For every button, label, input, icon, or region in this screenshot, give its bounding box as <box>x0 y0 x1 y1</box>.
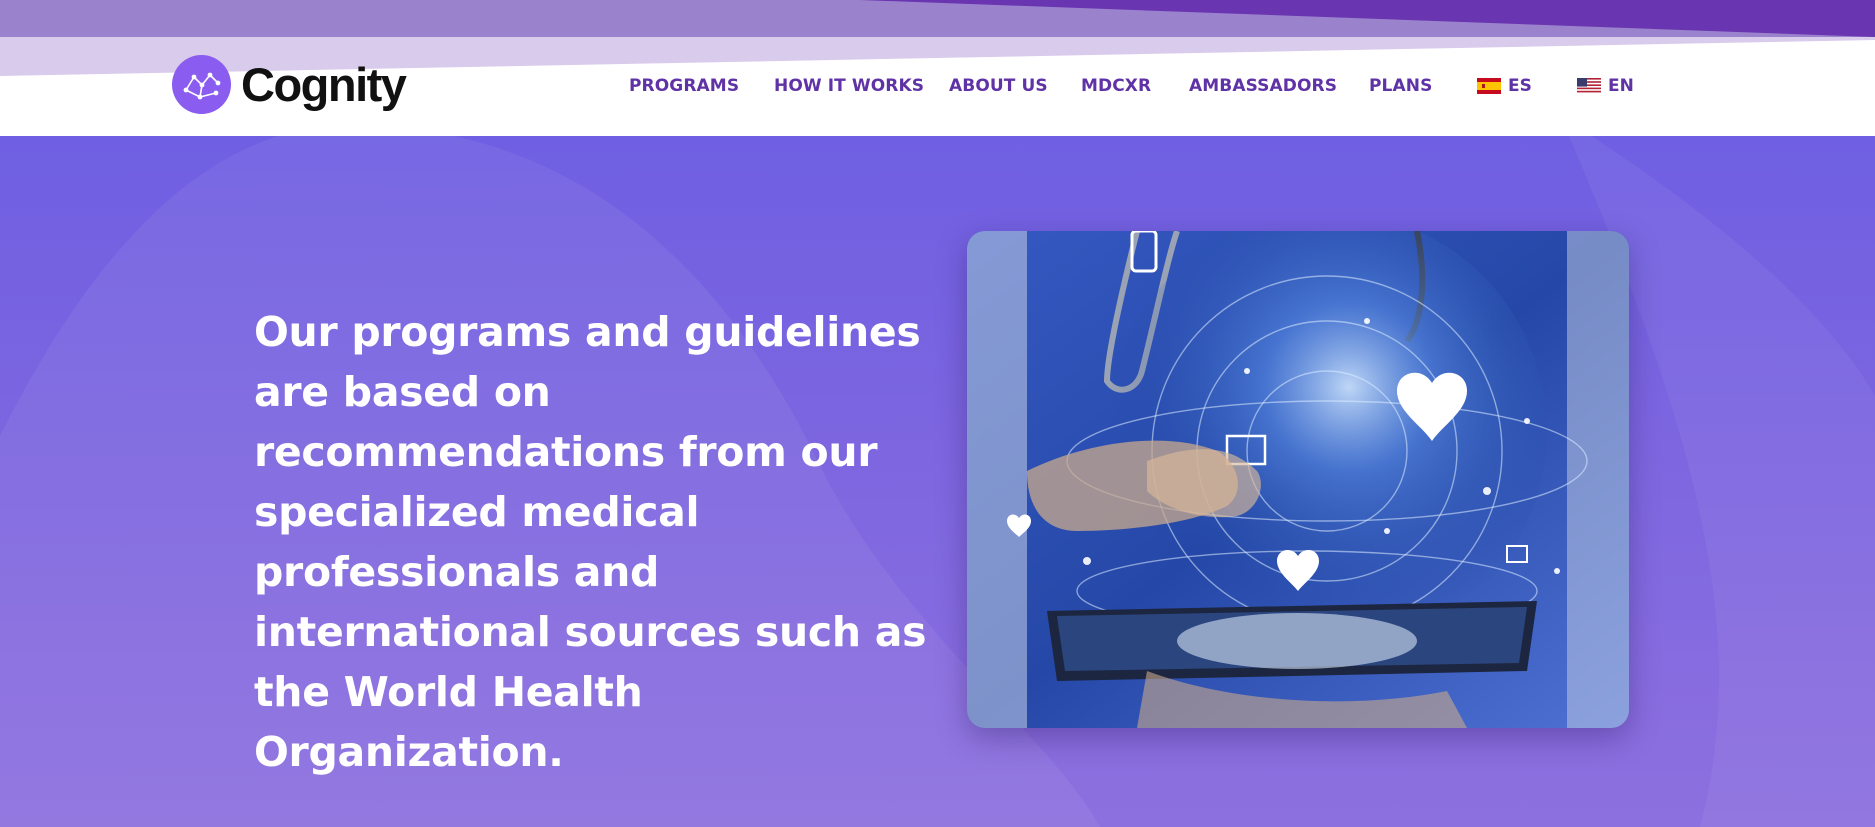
doctor-tablet-hologram-image <box>967 231 1629 728</box>
nav-plans[interactable]: PLANS <box>1369 76 1432 96</box>
nav-mdcxr[interactable]: MDCXR <box>1081 76 1151 96</box>
site-header: Cognity PROGRAMS HOW IT WORKS ABOUT US M… <box>0 0 1875 136</box>
nav-programs[interactable]: PROGRAMS <box>629 76 739 96</box>
language-es-label: ES <box>1508 76 1532 96</box>
nav-how-it-works[interactable]: HOW IT WORKS <box>774 76 924 96</box>
spain-flag-icon <box>1477 78 1501 94</box>
hero-statement: Our programs and guidelines are based on… <box>254 308 927 776</box>
language-es-link[interactable]: ES <box>1477 76 1532 96</box>
main-navigation: PROGRAMS HOW IT WORKS ABOUT US MDCXR AMB… <box>0 76 1875 100</box>
language-en-link[interactable]: EN <box>1577 76 1634 96</box>
usa-flag-icon <box>1577 78 1601 94</box>
nav-about-us[interactable]: ABOUT US <box>949 76 1048 96</box>
language-en-label: EN <box>1608 76 1634 96</box>
hero-section: Our programs and guidelines are based on… <box>0 136 1875 827</box>
nav-ambassadors[interactable]: AMBASSADORS <box>1189 76 1337 96</box>
